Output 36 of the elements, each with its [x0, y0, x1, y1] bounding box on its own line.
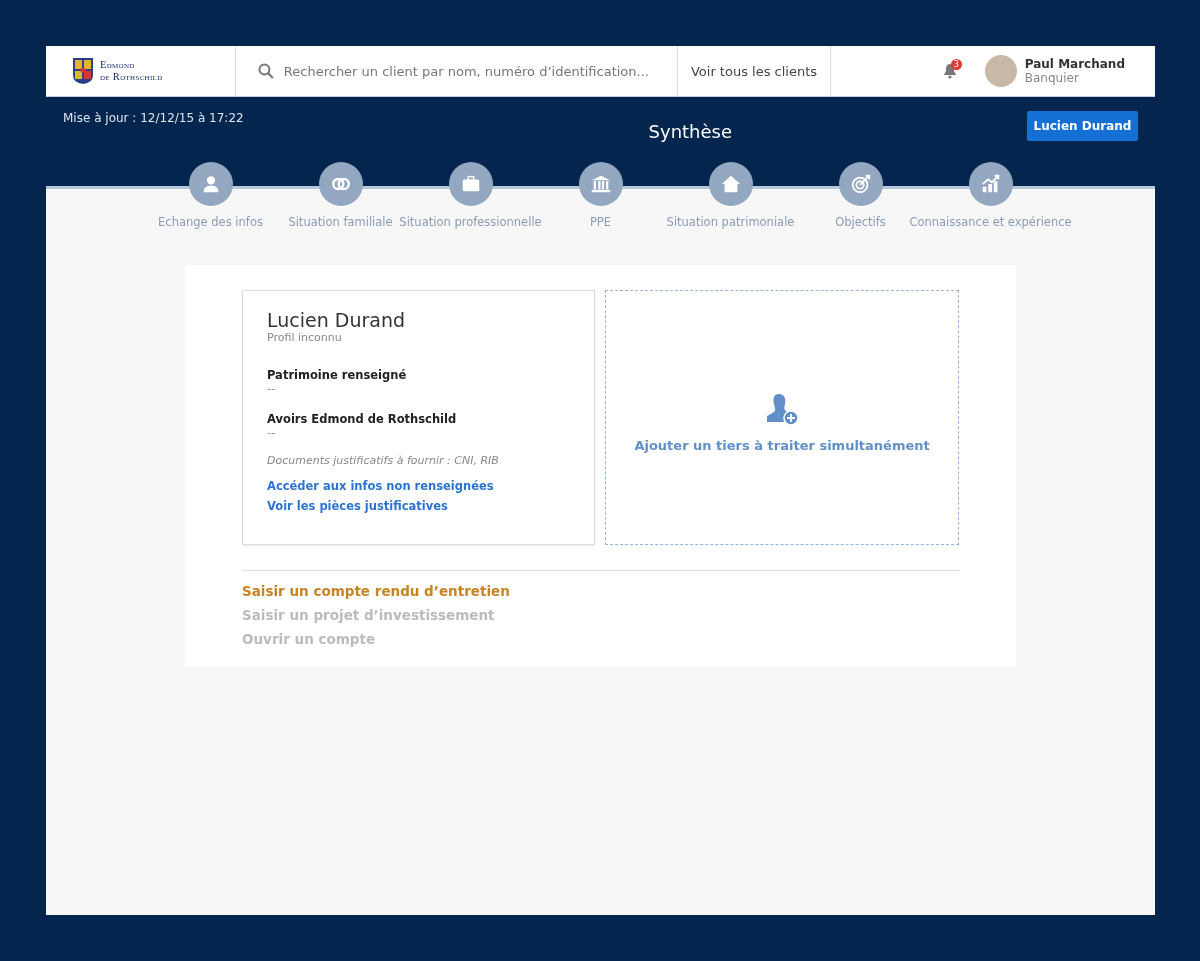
field-value: --: [267, 382, 277, 396]
step-icon: [589, 173, 612, 195]
step-label[interactable]: Echange des infos: [158, 215, 263, 229]
step-label[interactable]: Situation patrimoniale: [666, 215, 795, 229]
action-link[interactable]: Saisir un compte rendu d’entretien: [242, 583, 510, 599]
field-value: --: [267, 426, 277, 440]
search-field[interactable]: Rechercher un client par nom, numéro d’identification...: [281, 62, 677, 80]
avatar: [984, 55, 1017, 87]
page-title: Synthèse: [648, 121, 733, 142]
add-third-party-card[interactable]: Ajouter un tiers à traiter simultanément: [605, 290, 959, 545]
brand-logo-text: Edmond de Rothschild: [100, 59, 163, 83]
client-name: Lucien Durand: [267, 309, 407, 331]
step-icon: [979, 173, 1002, 195]
documents-note: Documents justificatifs à fournir : CNI, RIB: [267, 454, 500, 467]
client-profile: Profil inconnu: [267, 331, 343, 344]
view-all-clients-link[interactable]: Voir tous les clients: [678, 46, 831, 96]
user-role: Banquier: [1024, 71, 1080, 85]
search-icon: [258, 63, 274, 79]
field-label: Avoirs Edmond de Rothschild: [267, 412, 458, 426]
step-label[interactable]: Objectifs: [835, 215, 886, 229]
add-third-party-link[interactable]: Ajouter un tiers à traiter simultanément: [634, 438, 930, 453]
card-link[interactable]: Voir les pièces justificatives: [267, 499, 571, 513]
client-button[interactable]: Lucien Durand: [1027, 111, 1138, 141]
step-icon: [719, 173, 742, 195]
user-name: Paul Marchand: [1024, 57, 1125, 71]
last-update-text: Mise à jour : 12/12/15 à 17:22: [63, 111, 244, 125]
step-label[interactable]: Connaissance et expérience: [909, 215, 1072, 229]
coat-of-arms-icon: [72, 57, 94, 85]
notification-count: 3: [950, 59, 962, 70]
step-label[interactable]: PPE: [589, 215, 612, 229]
add-person-icon: [765, 392, 800, 426]
field-label: Patrimoine renseigné: [267, 368, 408, 382]
step-label[interactable]: Situation professionnelle: [399, 215, 542, 229]
step-icon: [849, 173, 872, 195]
card-link[interactable]: Accéder aux infos non renseignées: [267, 479, 571, 493]
step-label[interactable]: Situation familiale: [288, 215, 393, 229]
